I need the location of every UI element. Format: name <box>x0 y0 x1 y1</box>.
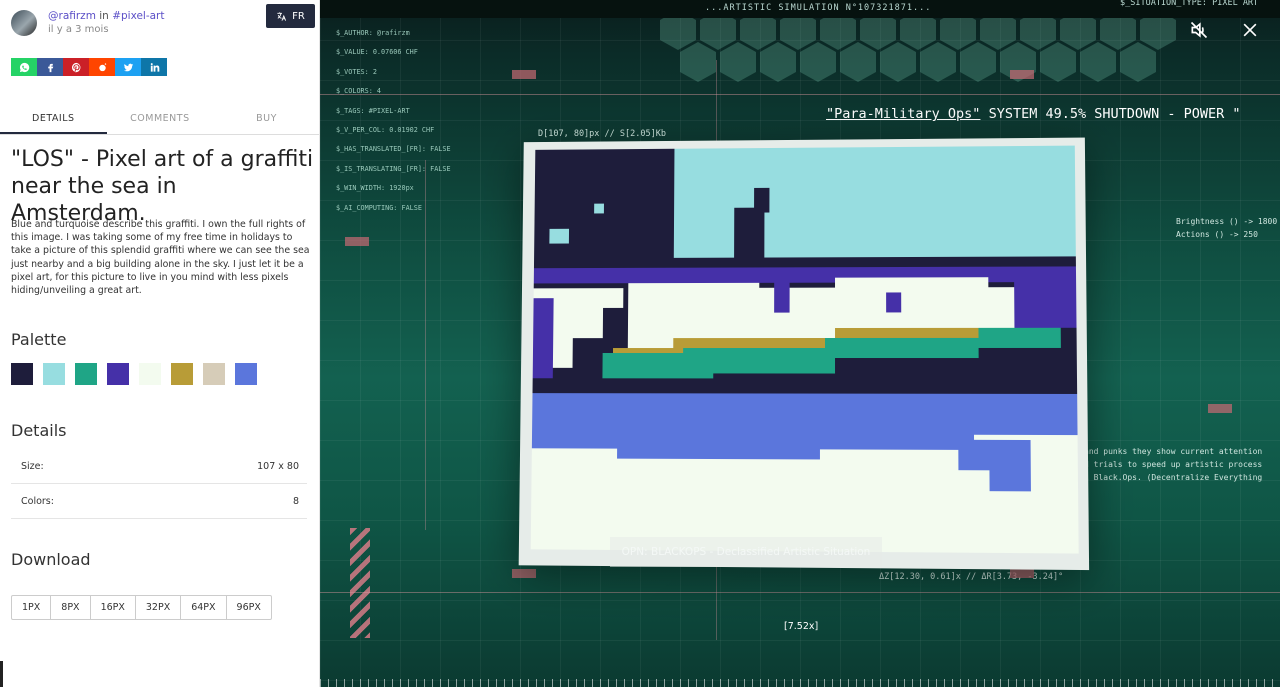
detail-key: Size: <box>21 461 44 472</box>
reddit-icon <box>98 62 106 71</box>
details-panel: @rafirzm in #pixel-art il y a 3 mois FR … <box>0 0 320 687</box>
stat-line: $_VALUE: 0.07606 CHF <box>336 48 418 57</box>
artwork-viewer: ...ARTISTIC SIMULATION N°107321871... $_… <box>320 0 1280 687</box>
post-time: il y a 3 mois <box>48 24 109 35</box>
linkedin-icon <box>150 62 159 72</box>
reddit-share-button[interactable] <box>89 58 115 76</box>
twitter-icon <box>123 63 133 71</box>
stat-line: $_AUTHOR: @rafirzm <box>336 29 410 37</box>
right-line: l Black.Ops. (Decentralize Everything <box>1084 473 1263 482</box>
system-title: "Para-Military Ops" <box>826 106 981 122</box>
mute-icon[interactable] <box>1189 20 1209 40</box>
stat-line: $_HAS_TRANSLATED_[FR]: FALSE <box>336 145 451 154</box>
guide-line <box>425 160 426 530</box>
situation-banner: OPN: BLACKOPS - Declassified Artistic Si… <box>610 537 882 567</box>
linkedin-share-button[interactable] <box>141 58 167 76</box>
detail-row-size: Size: 107 x 80 <box>11 449 307 484</box>
palette-heading: Palette <box>11 330 67 349</box>
palette-swatch[interactable] <box>11 363 33 385</box>
palette-swatch[interactable] <box>43 363 65 385</box>
palette-swatch[interactable] <box>75 363 97 385</box>
artwork-card[interactable] <box>518 137 1090 571</box>
marker <box>1010 569 1034 578</box>
share-buttons <box>11 58 167 76</box>
download-96px-button[interactable]: 96PX <box>227 596 271 619</box>
detail-value: 107 x 80 <box>257 461 299 472</box>
palette-swatch[interactable] <box>171 363 193 385</box>
lang-label: FR <box>292 10 305 22</box>
warning-stripes <box>350 528 370 638</box>
avatar[interactable] <box>11 10 37 36</box>
marker <box>512 70 536 79</box>
tab-details[interactable]: DETAILS <box>0 107 107 134</box>
twitter-share-button[interactable] <box>115 58 141 76</box>
rotation-readout: ΔZ[12.30, 0.61]x // ΔR[3.73, -3.24]° <box>879 572 1064 582</box>
page-title: "LOS" - Pixel art of a graffiti near the… <box>11 147 314 226</box>
stat-line: $_V_PER_COL: 0.01902 CHF <box>336 126 435 135</box>
author-line: @rafirzm in #pixel-art <box>48 10 165 22</box>
marker <box>1208 404 1232 413</box>
marker <box>345 237 369 246</box>
stat-line: $_AI_COMPUTING: FALSE <box>336 203 422 212</box>
close-icon[interactable] <box>1240 20 1260 40</box>
whatsapp-share-button[interactable] <box>11 58 37 76</box>
facebook-share-button[interactable] <box>37 58 63 76</box>
author-link[interactable]: @rafirzm <box>48 10 96 22</box>
stat-line: $_VOTES: 2 <box>336 67 377 76</box>
guide-line <box>320 94 1280 95</box>
pixel-artwork <box>530 145 1079 554</box>
right-line: and punks they show current attention <box>1084 447 1263 456</box>
marker <box>1010 70 1034 79</box>
tab-bar: DETAILS COMMENTS BUY <box>0 107 319 135</box>
situation-type: $_SITUATION_TYPE: PIXEL ART <box>1120 0 1259 8</box>
palette-swatch[interactable] <box>203 363 225 385</box>
system-rest: SYSTEM 49.5% SHUTDOWN - POWER " <box>980 106 1241 122</box>
download-heading: Download <box>11 550 91 569</box>
palette-swatch[interactable] <box>139 363 161 385</box>
guide-line <box>320 592 1280 593</box>
detail-value: 8 <box>292 496 299 507</box>
marker <box>512 569 536 578</box>
stat-line: $_TAGS: #PIXEL-ART <box>336 106 410 115</box>
palette-swatch[interactable] <box>235 363 257 385</box>
system-status: "Para-Military Ops" SYSTEM 49.5% SHUTDOW… <box>826 106 1241 122</box>
details-heading: Details <box>11 421 67 440</box>
download-16px-button[interactable]: 16PX <box>91 596 136 619</box>
bottom-ruler <box>320 679 1280 687</box>
download-8px-button[interactable]: 8PX <box>51 596 91 619</box>
description: Blue and turquoise describe this graffit… <box>11 219 310 297</box>
simulation-id: ...ARTISTIC SIMULATION N°107321871... <box>705 3 932 13</box>
download-32px-button[interactable]: 32PX <box>136 596 182 619</box>
translate-icon <box>277 11 287 21</box>
palette <box>11 363 257 385</box>
tab-buy[interactable]: BUY <box>213 107 319 134</box>
palette-swatch[interactable] <box>107 363 129 385</box>
channel-link[interactable]: #pixel-art <box>112 10 164 22</box>
stat-line: $_COLORS: 4 <box>336 87 382 96</box>
stat-line: $_WIN_WIDTH: 1920px <box>336 184 414 193</box>
right-line: Brightness () -> 1800 <box>1176 217 1278 226</box>
right-readout-2: and punks they show current attention d … <box>1084 445 1262 484</box>
tab-comments[interactable]: COMMENTS <box>107 107 214 134</box>
download-64px-button[interactable]: 64PX <box>181 596 227 619</box>
page-edge <box>0 661 3 687</box>
download-sizes: 1PX 8PX 16PX 32PX 64PX 96PX <box>11 595 272 620</box>
stat-line: $_IS_TRANSLATING_[FR]: FALSE <box>336 164 451 173</box>
zoom-readout: [7.52x] <box>784 621 819 632</box>
stats-list: $_AUTHOR: @rafirzm $_VALUE: 0.07606 CHF $_… <box>336 24 451 218</box>
right-line: d trials to speed up artistic process <box>1084 460 1263 469</box>
in-word: in <box>99 10 109 22</box>
facebook-icon <box>47 63 53 72</box>
download-1px-button[interactable]: 1PX <box>12 596 52 619</box>
pinterest-icon <box>71 62 80 72</box>
right-line: Actions () -> 250 <box>1176 230 1258 239</box>
detail-key: Colors: <box>21 496 54 507</box>
right-readout: Brightness () -> 1800 Actions () -> 250 <box>1176 215 1277 241</box>
detail-row-colors: Colors: 8 <box>11 484 307 519</box>
dimension-readout: D[107, 80]px // S[2.05]Kb <box>538 129 666 139</box>
whatsapp-icon <box>19 62 29 72</box>
pinterest-share-button[interactable] <box>63 58 89 76</box>
translate-button[interactable]: FR <box>266 4 315 28</box>
